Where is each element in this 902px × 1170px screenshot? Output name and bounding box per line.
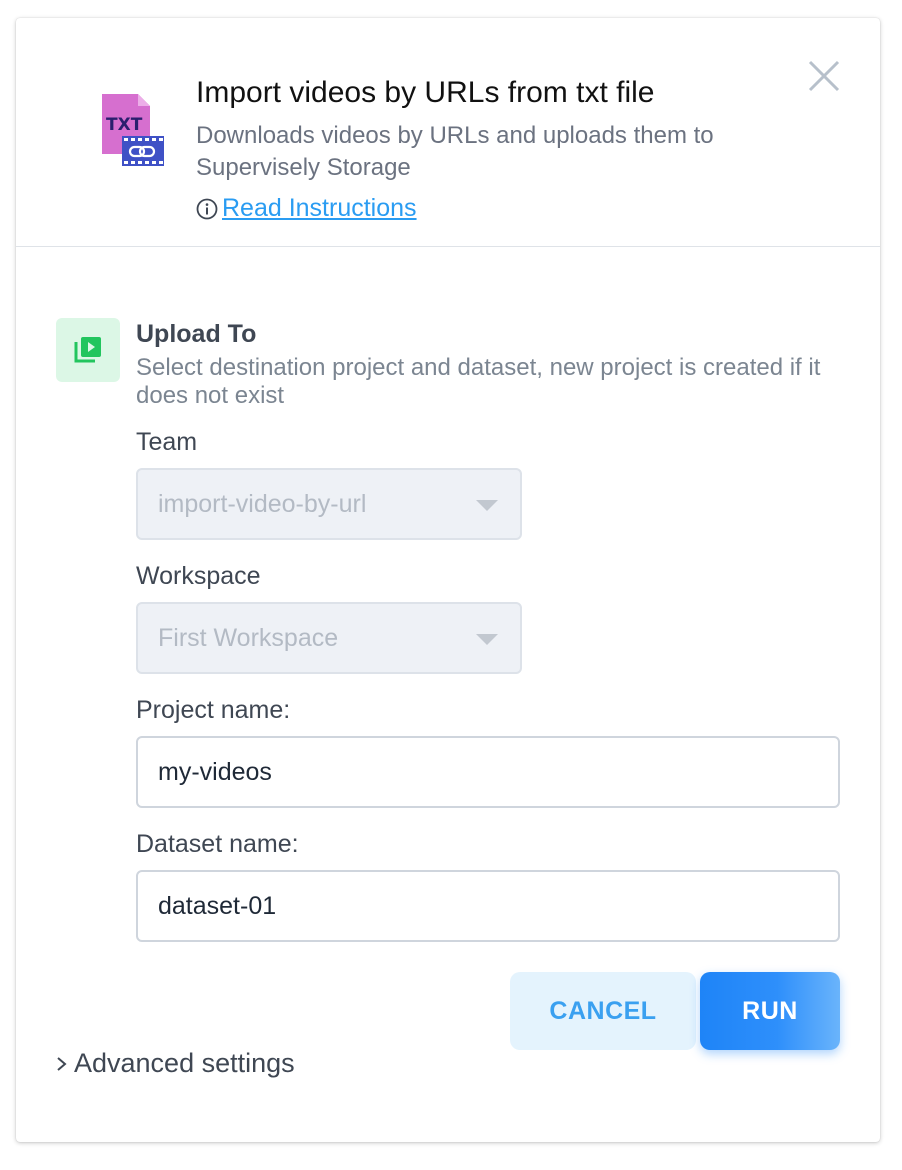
cancel-button[interactable]: CANCEL [510, 972, 696, 1050]
team-select[interactable]: import-video-by-url [136, 468, 522, 540]
read-instructions-link[interactable]: Read Instructions [196, 194, 417, 223]
caret-down-icon [476, 634, 498, 645]
workspace-select[interactable]: First Workspace [136, 602, 522, 674]
team-label: Team [136, 428, 198, 456]
video-play-icon [56, 318, 120, 382]
app-description: Downloads videos by URLs and uploads the… [196, 122, 714, 181]
dataset-name-value: dataset-01 [158, 891, 277, 920]
chevron-right-icon [57, 1056, 67, 1071]
dialog-header: TXT Import videos by URLs from txt file … [16, 18, 880, 247]
section-description: Select destination project and dataset, … [136, 354, 821, 409]
dataset-name-label: Dataset name: [136, 830, 299, 858]
caret-down-icon [476, 500, 498, 511]
close-icon[interactable] [806, 58, 842, 94]
svg-text:TXT: TXT [106, 115, 143, 135]
dataset-name-input[interactable]: dataset-01 [136, 870, 840, 942]
section-title: Upload To [136, 320, 257, 348]
project-name-value: my-videos [158, 757, 272, 786]
team-select-value: import-video-by-url [158, 489, 367, 518]
app-title: Import videos by URLs from txt file [196, 76, 655, 109]
project-name-label: Project name: [136, 696, 291, 724]
workspace-label: Workspace [136, 562, 261, 590]
workspace-select-value: First Workspace [158, 623, 339, 652]
advanced-settings-label: Advanced settings [74, 1048, 295, 1078]
run-button[interactable]: RUN [700, 972, 840, 1050]
info-icon [196, 198, 218, 219]
read-instructions-label[interactable]: Read Instructions [222, 194, 417, 223]
advanced-settings-toggle[interactable]: Advanced settings [54, 1048, 295, 1079]
txt-video-link-icon: TXT [102, 94, 164, 166]
import-dialog: TXT Import videos by URLs from txt file … [16, 18, 880, 1142]
project-name-input[interactable]: my-videos [136, 736, 840, 808]
